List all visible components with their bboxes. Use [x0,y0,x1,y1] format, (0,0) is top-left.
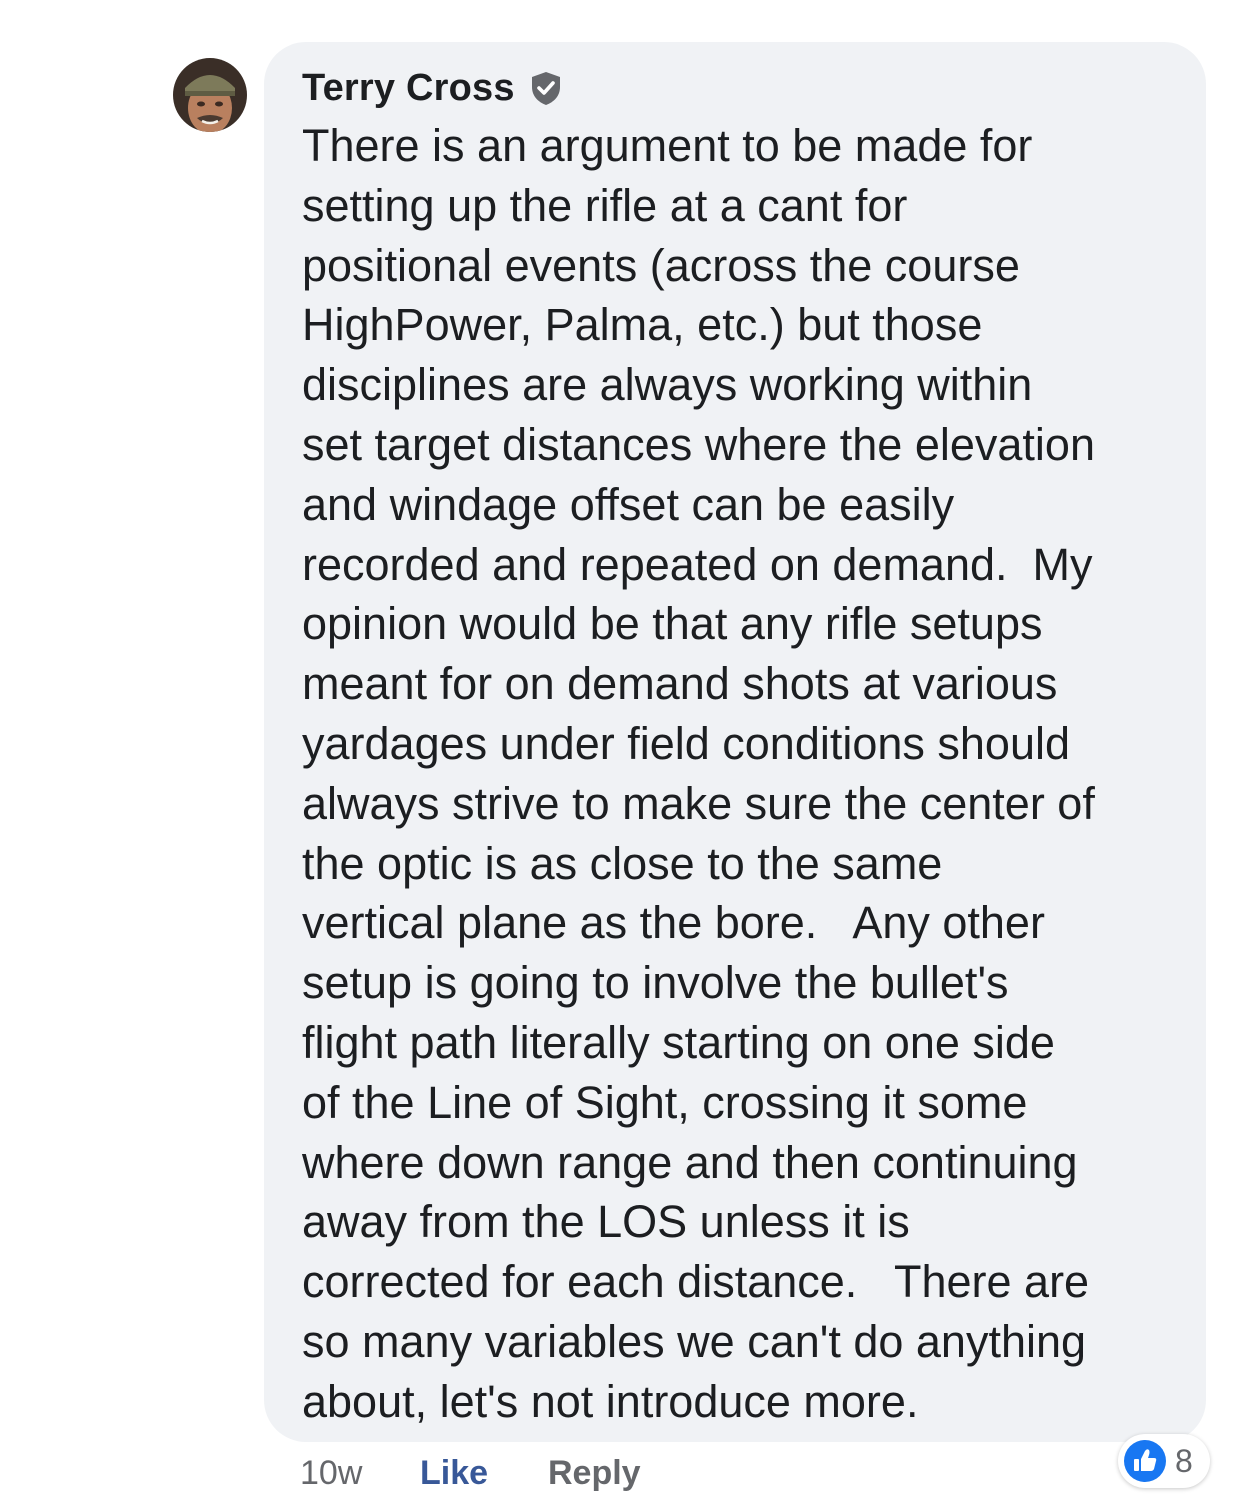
comment-line: always strive to make sure the center of [302,777,1095,829]
comment-line: of the Line of Sight, crossing it some [302,1076,1028,1128]
comment-line: set target distances where the elevation [302,418,1095,470]
comment-line: vertical plane as the bore. Any other [302,897,1045,949]
comment-line: about, let's not introduce more. [302,1375,919,1427]
reply-button[interactable]: Reply [548,1448,641,1498]
comment-line: where down range and then continuing [302,1136,1078,1188]
comment-timestamp[interactable]: 10w [300,1448,420,1498]
comment-line: disciplines are always working within [302,359,1033,411]
thumbs-up-icon [1123,1439,1167,1483]
comment-line: setting up the rifle at a cant for [302,179,908,231]
comment-line: positional events (across the course [302,239,1020,291]
comment-line: recorded and repeated on demand. My [302,538,1093,590]
comment-body: There is an argument to be made for sett… [302,116,1095,1432]
comment-line: HighPower, Palma, etc.) but those [302,299,983,351]
reaction-count: 8 [1175,1442,1193,1479]
avatar-image [173,58,247,132]
comment-actions: 10w Like Reply [300,1448,641,1498]
comment-line: meant for on demand shots at various [302,658,1058,710]
comment-line: setup is going to involve the bullet's [302,957,1009,1009]
comment-line: away from the LOS unless it is [302,1196,910,1248]
comment-line: corrected for each distance. There are [302,1256,1090,1308]
comment-line: There is an argument to be made for [302,120,1033,171]
comment-header: Terry Cross [302,64,563,112]
verified-shield-check-icon [529,70,563,106]
author-name[interactable]: Terry Cross [302,67,515,110]
comment-line: yardages under field conditions should [302,717,1071,769]
comment-line: the optic is as close to the same [302,837,943,889]
like-button[interactable]: Like [420,1448,548,1498]
comment-line: opinion would be that any rifle setups [302,598,1043,650]
comment-line: and windage offset can be easily [302,478,955,530]
author-avatar[interactable] [173,58,247,132]
reaction-summary[interactable]: 8 [1118,1434,1210,1488]
comment-line: flight path literally starting on one si… [302,1016,1055,1068]
comment-line: so many variables we can't do anything [302,1315,1087,1367]
